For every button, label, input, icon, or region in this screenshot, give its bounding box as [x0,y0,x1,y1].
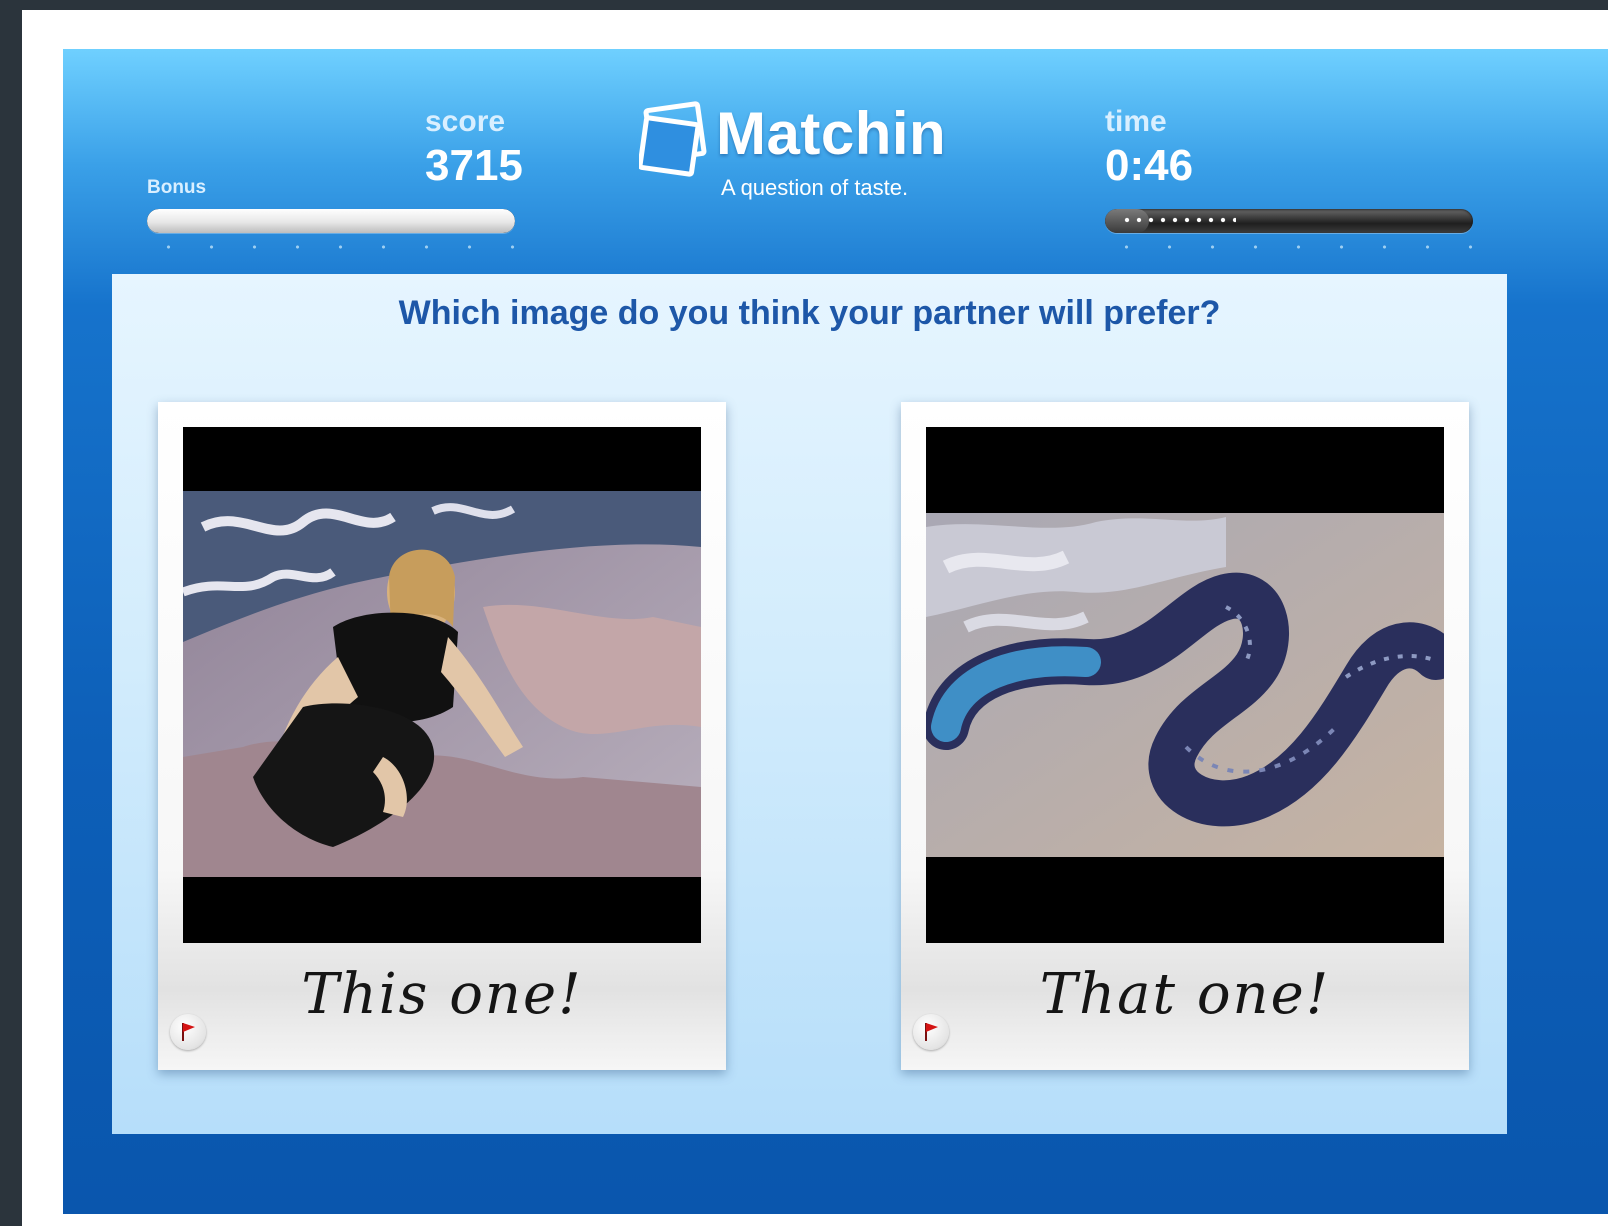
bonus-meter-ticks [147,245,515,249]
game-title: Matchin [716,100,947,167]
time-meter [1105,209,1473,233]
page-background: Bonus score 3715 Matchin A question of t… [22,10,1608,1226]
report-button-left[interactable] [170,1014,206,1050]
time-meter-ticks [1105,245,1473,249]
bonus-meter-fill [147,209,515,233]
time-value: 0:46 [1105,141,1194,190]
matchin-logo: Matchin A question of taste. [639,99,979,209]
report-button-right[interactable] [913,1014,949,1050]
flag-icon [925,1023,938,1041]
time-label: time [1105,105,1167,138]
choice-card-left[interactable]: This one! [158,402,726,1070]
choice-caption-left[interactable]: This one! [158,962,726,1027]
bonus-label: Bonus [147,177,207,198]
score-value: 3715 [425,141,523,190]
question-panel: Which image do you think your partner wi… [112,274,1507,1134]
game-tagline: A question of taste. [721,175,909,200]
woman-on-map-photo [183,427,701,943]
question-text: Which image do you think your partner wi… [398,294,1221,332]
snake-photo [926,427,1444,943]
bonus-meter [147,209,515,233]
choice-card-right[interactable]: That one! [901,402,1469,1070]
choice-photo-left[interactable] [183,427,701,943]
time-meter-dots [1121,217,1236,223]
choice-caption-right[interactable]: That one! [901,962,1469,1027]
choice-photo-right[interactable] [926,427,1444,943]
score-label: score [425,105,506,138]
game-window: Bonus score 3715 Matchin A question of t… [63,49,1608,1214]
flag-icon [182,1023,195,1041]
photos-stack-icon [639,101,707,177]
